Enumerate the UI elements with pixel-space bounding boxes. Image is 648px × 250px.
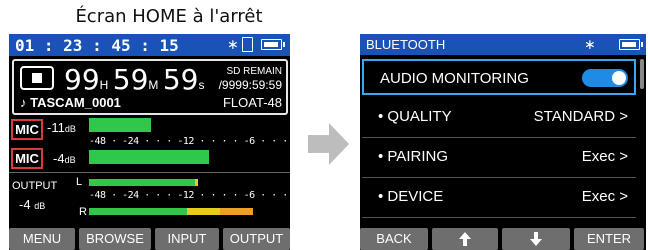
- function-button-bar: MENU BROWSE INPUT OUTPUT: [9, 228, 290, 250]
- browse-button[interactable]: BROWSE: [79, 228, 151, 250]
- input-button[interactable]: INPUT: [155, 228, 219, 250]
- back-button[interactable]: BACK: [360, 228, 428, 250]
- menu-item-label: AUDIO MONITORING: [380, 70, 529, 87]
- input2-db-unit: dB: [64, 155, 76, 165]
- output-r-meter-orange: [220, 208, 253, 215]
- output-r-meter-yellow: [187, 208, 220, 215]
- menu-divider: [362, 177, 636, 178]
- section-divider: [9, 172, 290, 173]
- output-l-meter: [89, 179, 195, 186]
- remain-minutes-unit: M: [148, 78, 159, 92]
- menu-item-value: Exec >: [581, 188, 628, 205]
- remaining-time: 99H 59M 59s: [64, 63, 205, 96]
- bluetooth-icon: ∗: [584, 36, 596, 52]
- stop-icon[interactable]: [20, 66, 54, 90]
- page-title: BLUETOOTH: [366, 37, 446, 52]
- remain-hours-unit: H: [99, 78, 109, 92]
- status-bar: 01 : 23 : 45 : 15 ∗: [9, 34, 290, 56]
- file-name: ♪ TASCAM_0001: [20, 95, 121, 110]
- home-screen: 01 : 23 : 45 : 15 ∗ 99H 59M 59s SD REMAI…: [9, 34, 290, 250]
- battery-icon: [261, 39, 285, 50]
- scrollbar[interactable]: [640, 59, 644, 89]
- up-button[interactable]: [432, 228, 498, 250]
- recording-info-panel: 99H 59M 59s SD REMAIN /9999:59:59 ♪ TASC…: [12, 59, 288, 115]
- file-name-text: TASCAM_0001: [30, 95, 121, 110]
- menu-item-value: Exec >: [581, 148, 628, 165]
- input2-mic-tag[interactable]: MIC: [11, 148, 43, 169]
- input2-db: -4dB: [53, 151, 76, 166]
- menu-divider: [362, 217, 636, 218]
- transition-arrow-head-icon: [329, 123, 349, 165]
- output-meter-scale: -48 · -24 · · · -12 · · · · -6 · · · · ·…: [89, 190, 288, 201]
- bluetooth-icon: ∗: [227, 36, 239, 52]
- menu-item-quality[interactable]: • QUALITY STANDARD >: [362, 99, 636, 135]
- battery-icon: [619, 39, 643, 50]
- input1-level-meter: [89, 118, 151, 132]
- output-r-meter: [89, 208, 187, 215]
- remain-minutes: 59: [112, 63, 149, 96]
- input1-db-unit: dB: [64, 124, 76, 134]
- output-db: -4 dB: [19, 197, 45, 212]
- output-db-unit: dB: [34, 201, 46, 211]
- output-db-value: -4: [19, 197, 31, 212]
- menu-item-label: • PAIRING: [378, 148, 448, 165]
- input1-mic-tag[interactable]: MIC: [11, 119, 43, 140]
- sd-remain-label: SD REMAIN: [226, 66, 282, 77]
- enter-button[interactable]: ENTER: [574, 228, 644, 250]
- menu-item-device[interactable]: • DEVICE Exec >: [362, 179, 636, 215]
- bluetooth-header: BLUETOOTH ∗: [360, 34, 646, 55]
- bluetooth-screen: BLUETOOTH ∗ AUDIO MONITORING • QUALITY S…: [360, 34, 646, 250]
- remain-seconds: 59: [162, 63, 199, 96]
- input1-db: -11dB: [47, 120, 76, 135]
- input2-db-value: -4: [53, 151, 65, 166]
- menu-item-audio-monitoring[interactable]: AUDIO MONITORING: [362, 59, 636, 95]
- arrow-up-icon: [459, 232, 471, 246]
- menu-item-value: STANDARD >: [533, 108, 628, 125]
- output-l-label: L: [76, 176, 83, 188]
- input2-level-meter: [89, 150, 209, 164]
- menu-divider: [362, 137, 636, 138]
- menu-item-label: • DEVICE: [378, 188, 444, 205]
- remain-seconds-unit: s: [198, 78, 205, 92]
- menu-item-label: • QUALITY: [378, 108, 452, 125]
- audio-monitoring-toggle[interactable]: [582, 69, 628, 87]
- transition-arrow-icon: [308, 135, 330, 153]
- down-button[interactable]: [502, 228, 570, 250]
- page-caption: Écran HOME à l'arrêt: [75, 6, 263, 27]
- timecode: 01 : 23 : 45 : 15: [15, 36, 179, 55]
- file-format: FLOAT-48: [222, 95, 282, 110]
- output-label: OUTPUT: [12, 180, 58, 192]
- input1-db-value: -11: [47, 120, 65, 135]
- output-r-label: R: [79, 206, 87, 218]
- input-meter-scale: -48 · -24 · · · -12 · · · · -6 · · · · 0…: [89, 136, 288, 147]
- menu-button[interactable]: MENU: [9, 228, 75, 250]
- arrow-down-icon: [530, 232, 542, 246]
- menu-item-pairing[interactable]: • PAIRING Exec >: [362, 139, 636, 175]
- output-l-peak: [195, 179, 198, 186]
- output-button[interactable]: OUTPUT: [223, 228, 290, 250]
- sd-remain-value: /9999:59:59: [218, 78, 282, 92]
- sd-card-icon: [242, 37, 253, 52]
- remain-hours: 99: [64, 63, 100, 96]
